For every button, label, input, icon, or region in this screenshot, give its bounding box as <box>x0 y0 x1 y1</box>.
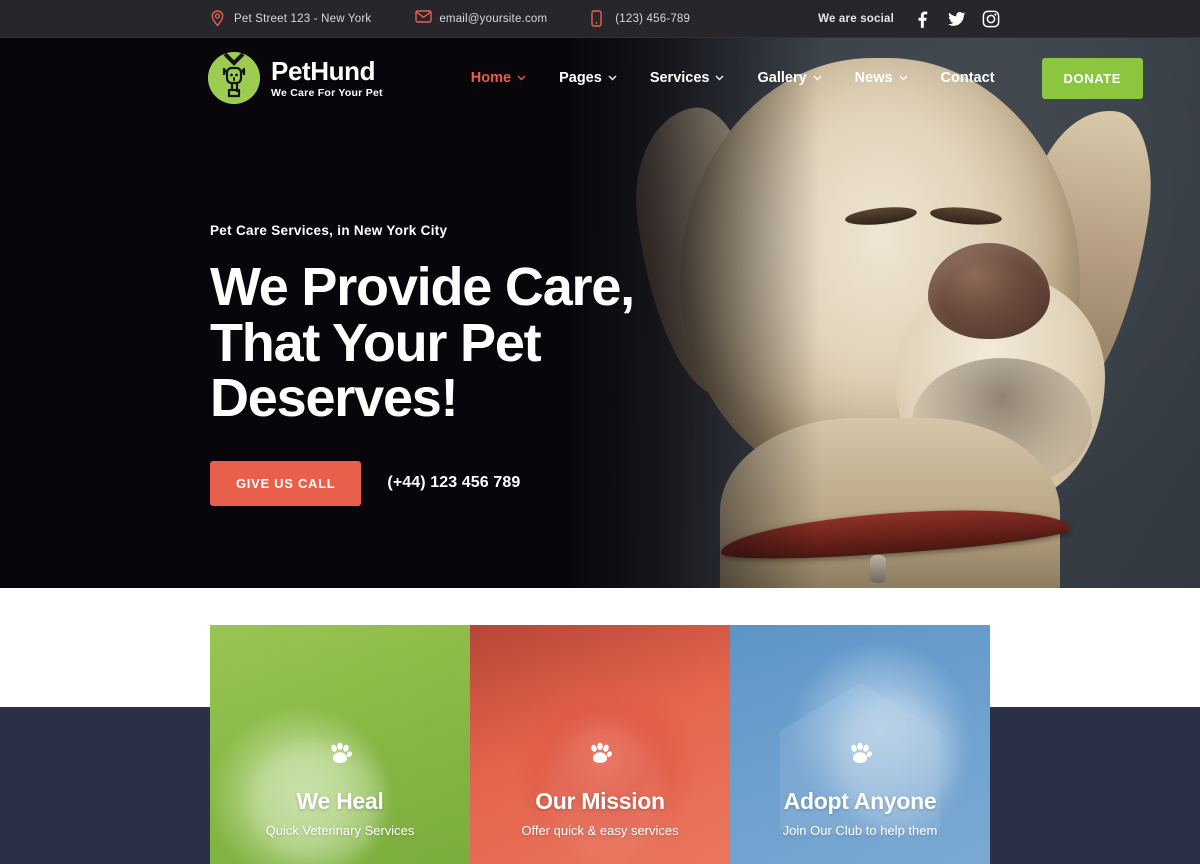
hero-section: Pet Care Services, in New York City We P… <box>0 38 1200 588</box>
dog-nose <box>928 243 1050 339</box>
chevron-down-icon <box>517 75 526 81</box>
card-subtitle: Quick Veterinary Services <box>265 823 415 838</box>
logo-tagline: We Care For Your Pet <box>271 86 383 99</box>
nav-item-pages[interactable]: Pages <box>559 70 617 86</box>
card-body: We Heal Quick Veterinary Services <box>210 741 470 838</box>
main-navigation: Home Pages Services Gallery News Contact <box>471 57 1144 99</box>
hero-phone-number[interactable]: (+44) 123 456 789 <box>387 474 520 492</box>
contact-phone[interactable]: (123) 456-789 <box>591 10 690 27</box>
nav-label-news: News <box>854 70 893 86</box>
location-pin-icon <box>210 10 225 27</box>
nav-item-contact[interactable]: Contact <box>941 70 995 86</box>
hero-title: We Provide Care, That Your Pet Deserves! <box>210 257 635 429</box>
feature-card-adopt-anyone[interactable]: Adopt Anyone Join Our Club to help them <box>730 625 990 864</box>
give-us-call-button[interactable]: GIVE US CALL <box>210 460 362 506</box>
nav-label-services: Services <box>649 70 710 86</box>
dog-collar-tag <box>870 555 886 583</box>
nav-item-services[interactable]: Services <box>650 70 725 86</box>
card-body: Adopt Anyone Join Our Club to help them <box>730 741 990 838</box>
card-subtitle: Join Our Club to help them <box>782 823 938 838</box>
chevron-down-icon <box>899 75 908 81</box>
social-label: We are social <box>818 12 894 25</box>
contact-address-text: Pet Street 123 - New York <box>234 12 372 25</box>
chevron-down-icon <box>715 75 724 81</box>
hero-eyebrow: Pet Care Services, in New York City <box>210 223 448 238</box>
nav-item-news[interactable]: News <box>855 70 908 86</box>
feature-card-our-mission[interactable]: Our Mission Offer quick & easy services <box>470 625 730 864</box>
paw-icon <box>591 742 613 763</box>
dog-eye-right <box>929 204 1003 228</box>
dog-badge-icon <box>208 52 260 104</box>
paw-icon <box>331 742 353 763</box>
paw-icon <box>851 742 873 763</box>
chevron-down-icon <box>608 75 617 81</box>
contact-email-text: email@yoursite.com <box>439 12 548 25</box>
chevron-down-icon <box>813 75 822 81</box>
hero-dog-photo <box>570 38 1200 588</box>
instagram-icon[interactable] <box>982 10 1000 28</box>
contact-address[interactable]: Pet Street 123 - New York <box>210 10 371 27</box>
nav-label-contact: Contact <box>940 70 995 86</box>
logo-text-block: PetHund We Care For Your Pet <box>271 58 383 99</box>
logo-name: PetHund <box>271 55 376 86</box>
twitter-icon[interactable] <box>948 10 966 28</box>
mobile-phone-icon <box>591 10 606 27</box>
site-header: PetHund We Care For Your Pet Home Pages … <box>0 38 1200 118</box>
contact-phone-text: (123) 456-789 <box>615 12 691 25</box>
feature-cards: We Heal Quick Veterinary Services Our Mi… <box>210 625 990 864</box>
nav-label-gallery: Gallery <box>757 70 807 86</box>
top-utility-bar: Pet Street 123 - New York email@yoursite… <box>0 0 1200 38</box>
site-logo[interactable]: PetHund We Care For Your Pet <box>208 52 383 104</box>
hero-title-line-1: We Provide Care, <box>210 257 635 317</box>
card-subtitle: Offer quick & easy services <box>521 823 679 838</box>
dog-eye-left <box>844 204 918 228</box>
contact-info-group: Pet Street 123 - New York email@yoursite… <box>210 10 734 27</box>
envelope-icon <box>415 10 433 27</box>
nav-item-home[interactable]: Home <box>471 70 526 86</box>
card-title: Adopt Anyone <box>783 787 937 814</box>
hero-cta-group: GIVE US CALL (+44) 123 456 789 <box>210 460 634 506</box>
hero-content: Pet Care Services, in New York City We P… <box>210 223 635 506</box>
nav-item-gallery[interactable]: Gallery <box>757 70 822 86</box>
card-body: Our Mission Offer quick & easy services <box>470 741 730 838</box>
landing-page: Pet Street 123 - New York email@yoursite… <box>0 0 1200 864</box>
hero-title-line-2: That Your Pet <box>210 312 542 373</box>
hero-title-line-3: Deserves! <box>210 368 459 429</box>
card-title: Our Mission <box>535 787 665 814</box>
nav-label-home: Home <box>470 70 512 86</box>
facebook-icon[interactable] <box>914 10 932 28</box>
nav-label-pages: Pages <box>559 70 602 86</box>
feature-card-we-heal[interactable]: We Heal Quick Veterinary Services <box>210 625 470 864</box>
donate-button[interactable]: DONATE <box>1041 57 1144 99</box>
contact-email[interactable]: email@yoursite.com <box>415 10 547 27</box>
social-group: We are social <box>818 10 1000 28</box>
card-title: We Heal <box>296 787 384 814</box>
